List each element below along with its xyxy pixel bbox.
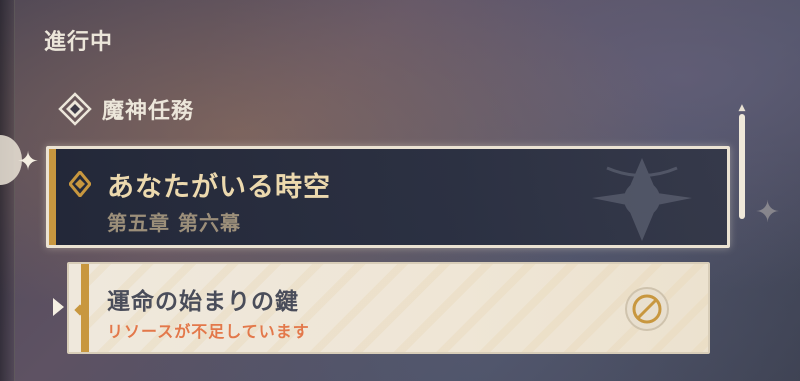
- quest-title: あなたがいる時空: [107, 172, 331, 203]
- archon-quest-icon: [58, 92, 92, 126]
- selection-pointer-icon: [53, 298, 64, 316]
- decorative-sparkle-icon: ✦: [755, 195, 781, 230]
- scrollbar[interactable]: ▲: [737, 104, 747, 354]
- section-title: 進行中: [44, 30, 114, 55]
- quest-title: 運命の始まりの鍵: [107, 289, 299, 315]
- quest-status: リソースが不足しています: [107, 322, 310, 341]
- blocked-icon: [625, 287, 669, 331]
- category-header[interactable]: 魔神任務: [58, 92, 194, 126]
- quest-diamond-icon: [69, 171, 91, 197]
- quest-subtitle: 第五章 第六幕: [107, 211, 241, 235]
- sparkle-icon: ✦: [17, 147, 39, 177]
- scrollbar-thumb[interactable]: [739, 114, 745, 219]
- quest-accent-bar: [49, 149, 56, 245]
- quest-item-selected[interactable]: あなたがいる時空 第五章 第六幕: [46, 146, 730, 248]
- archon-emblem-icon: [592, 158, 692, 241]
- quest-item[interactable]: 運命の始まりの鍵 リソースが不足しています: [67, 262, 710, 354]
- scroll-up-icon[interactable]: ▲: [737, 104, 747, 113]
- category-label: 魔神任務: [102, 99, 195, 124]
- left-rail: [0, 0, 15, 381]
